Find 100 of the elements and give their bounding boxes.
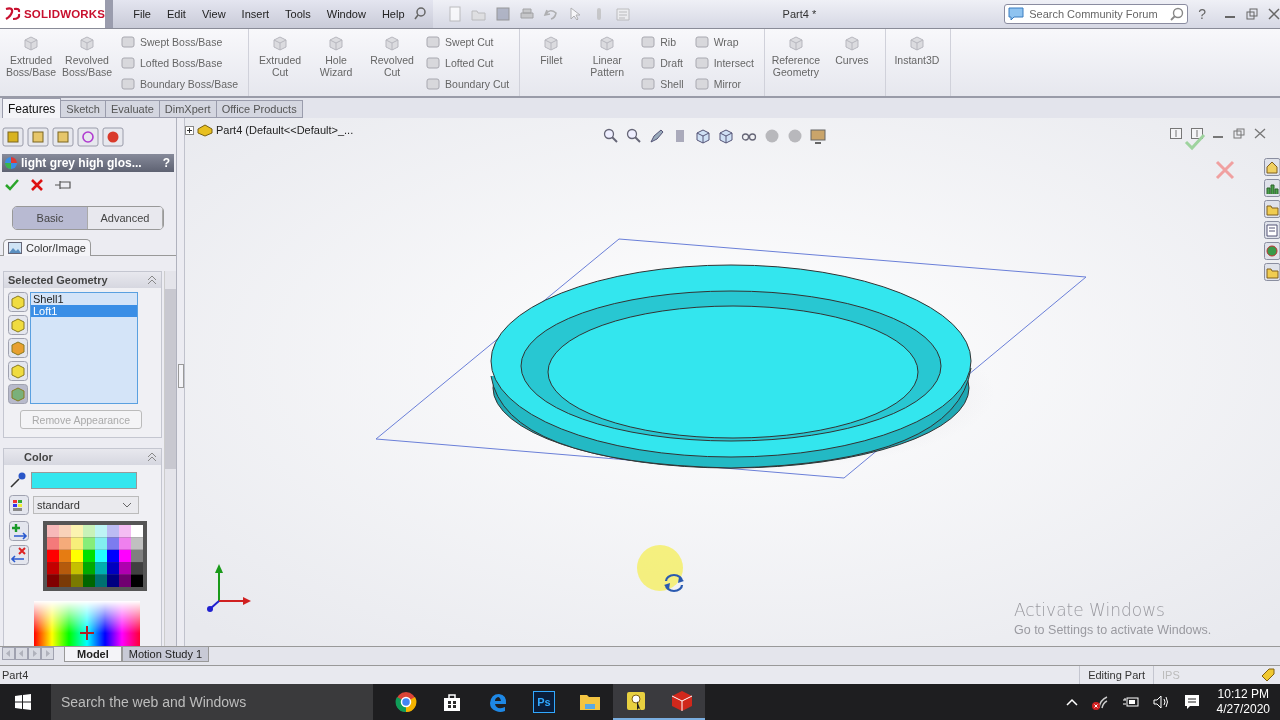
close-icon[interactable] [1254,128,1266,139]
menu-item[interactable]: Tools [277,8,319,20]
command-tab[interactable]: Evaluate [105,100,160,118]
feature-tree-icon[interactable] [2,127,24,147]
split-view-icon[interactable] [1170,128,1182,139]
checkmark-icon[interactable] [4,178,20,192]
body-icon[interactable] [8,384,28,404]
palette-dropdown[interactable]: standard [33,496,139,514]
help-button[interactable]: ? [1198,6,1206,22]
ribbon-tool-button[interactable]: Instant3D [889,33,944,96]
property-icon[interactable] [27,127,49,147]
add-color-icon[interactable] [9,521,29,541]
ribbon-tool-button[interactable]: Mirror [693,75,754,93]
command-tab[interactable]: Office Products [215,100,303,118]
selection-list[interactable]: Shell1 Loft1 [30,292,138,404]
speaker-icon[interactable] [1152,695,1171,709]
ribbon-tool-button[interactable]: Extruded Cut [253,33,308,96]
help-button[interactable]: ? [162,156,170,170]
chevron-up-icon[interactable] [1065,698,1078,706]
start-icon[interactable] [15,694,31,710]
document-icon[interactable] [1264,221,1280,239]
clock-time[interactable]: 10:12 PM [1217,687,1269,702]
color-palette[interactable] [43,521,147,591]
ribbon-tool-button[interactable]: Lofted Cut [425,54,510,72]
ribbon-tool-button[interactable]: Rib [640,33,684,51]
cube-icon[interactable] [695,128,711,144]
ribbon-tool-button[interactable]: Boundary Cut [425,75,510,93]
taskbar-app-button[interactable]: Ps [521,684,567,720]
menu-item[interactable]: Window [318,8,374,20]
mode-toggle-button[interactable]: Basic [13,207,88,229]
folder-icon[interactable] [1264,200,1280,218]
restore-icon[interactable] [1233,128,1245,139]
command-tab[interactable]: DimXpert [158,100,217,118]
search-icon[interactable] [1170,7,1185,21]
section-header[interactable]: Color [4,449,161,465]
model-tab[interactable]: Motion Study 1 [121,647,210,662]
menu-item[interactable]: Insert [233,8,278,20]
model-tab[interactable]: Model [64,647,122,662]
ribbon-tool-button[interactable]: Hole Wizard [309,33,364,96]
dish-drawing[interactable] [490,264,972,469]
ribbon-tool-button[interactable]: Reference Geometry [768,33,823,96]
taskbar-search-field[interactable]: Search the web and Windows [51,684,373,720]
search-field[interactable]: Search Community Forum [1004,4,1189,24]
list-item[interactable]: Shell1 [31,293,137,305]
ribbon-tool-button[interactable]: Draft [640,54,684,72]
menu-item[interactable]: Edit [158,8,194,20]
close-icon[interactable] [30,178,44,192]
tree-item[interactable]: Part4 [216,124,243,136]
ribbon-tool-button[interactable]: Wrap [693,33,754,51]
collapse-handle[interactable] [178,364,184,388]
close-icon[interactable] [1268,8,1280,20]
expand-icon[interactable] [185,125,194,135]
palette-icon[interactable] [9,495,29,515]
ribbon-tool-button[interactable]: Linear Pattern [580,33,635,96]
list-item[interactable]: Loft1 [31,305,137,317]
configuration-icon[interactable] [52,127,74,147]
battery-icon[interactable] [1121,695,1140,709]
globe-icon[interactable] [1264,242,1280,260]
ribbon-tool-button[interactable]: Swept Cut [425,33,510,51]
save-icon[interactable] [494,6,511,22]
pencil-icon[interactable] [649,128,665,144]
part-icon[interactable] [8,292,28,312]
command-tab[interactable]: Features [2,98,62,118]
face-icon[interactable] [8,338,28,358]
monitor-icon[interactable] [810,128,826,144]
zoom-icon[interactable] [603,128,619,144]
crosshair-icon[interactable] [77,127,99,147]
remove-color-icon[interactable] [9,545,29,565]
clock-date[interactable]: 4/27/2020 [1216,702,1270,717]
appearance-icon[interactable] [102,127,124,147]
menu-item[interactable]: View [193,8,234,20]
ribbon-tool-button[interactable]: Intersect [693,54,754,72]
collapse-icon[interactable] [147,275,157,285]
checkmark-icon[interactable] [1184,133,1206,151]
home-icon[interactable] [1264,158,1280,176]
cube-icon[interactable] [8,315,28,335]
taskbar-app-button[interactable] [613,684,659,720]
eyedropper-icon[interactable] [9,471,27,489]
ribbon-tool-button[interactable]: Lofted Boss/Base [120,54,239,72]
restore-icon[interactable] [1246,8,1258,20]
split-view-icon[interactable] [1191,128,1203,139]
ribbon-tool-button[interactable]: Swept Boss/Base [120,33,239,51]
folder-icon[interactable] [1264,263,1280,281]
color-image-tab[interactable]: Color/Image [3,239,91,256]
chart-icon[interactable] [1264,179,1280,197]
wifi-disconnected-icon[interactable] [1090,694,1109,710]
section-header[interactable]: Selected Geometry [4,272,161,288]
notification-icon[interactable] [1183,694,1200,710]
mode-toggle-button[interactable]: Advanced [88,207,163,229]
cube-icon[interactable] [8,361,28,381]
cube-icon[interactable] [718,128,734,144]
ribbon-tool-button[interactable]: Boundary Boss/Base [120,75,239,93]
collapse-icon[interactable] [147,452,157,462]
menu-item[interactable]: Help [373,8,413,20]
command-tab[interactable]: Sketch [60,100,106,118]
zoom-icon[interactable] [626,128,642,144]
menu-item[interactable]: File [125,8,159,20]
ribbon-tool-button[interactable]: Curves [824,33,879,96]
ribbon-tool-button[interactable]: Shell [640,75,684,93]
ribbon-tool-button[interactable]: Revolved Cut [365,33,420,96]
